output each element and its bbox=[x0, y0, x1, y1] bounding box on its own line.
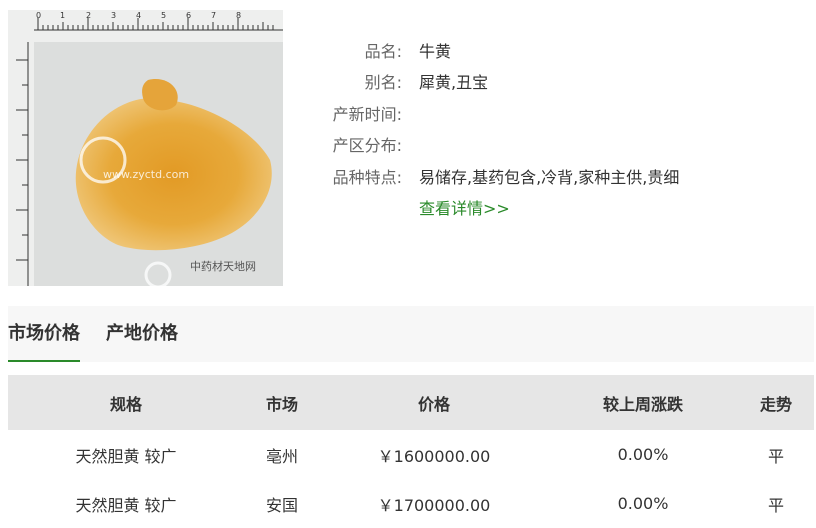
cell-market: 安国 bbox=[265, 495, 298, 515]
name-value: 牛黄 bbox=[419, 41, 452, 61]
feature-value: 易储存,基药包含,冷背,家种主供,贵细 bbox=[419, 167, 680, 187]
name-label: 品名: bbox=[364, 41, 402, 61]
ruler-number: 5 bbox=[161, 11, 166, 20]
ruler-number: 6 bbox=[186, 11, 191, 20]
cell-spec: 天然胆黄 较广 bbox=[75, 446, 177, 466]
info-row-feature: 品种特点: 易储存,基药包含,冷背,家种主供,贵细 bbox=[322, 160, 680, 192]
header-weekly-change: 较上周涨跌 bbox=[602, 394, 683, 414]
feature-label: 品种特点: bbox=[332, 167, 402, 187]
header-price: 价格 bbox=[417, 394, 450, 414]
ruler-number: 0 bbox=[36, 11, 41, 20]
ruler-number: 8 bbox=[236, 11, 241, 20]
product-photo-graphic: 0 1 2 3 4 5 6 7 8 www.zyctd.com 中药材天地网 bbox=[8, 10, 283, 286]
product-image: 0 1 2 3 4 5 6 7 8 www.zyctd.com 中药材天地网 bbox=[8, 10, 283, 286]
price-table: 规格 市场 价格 较上周涨跌 走势 天然胆黄 较广 亳州 ￥1600000.00… bbox=[8, 375, 814, 528]
ruler-number: 4 bbox=[136, 11, 141, 20]
ruler-number: 2 bbox=[86, 11, 91, 20]
price-tabs: 市场价格 产地价格 bbox=[8, 306, 814, 362]
header-market: 市场 bbox=[265, 394, 298, 414]
header-trend: 走势 bbox=[759, 394, 792, 414]
cell-weekly-change: 0.00% bbox=[617, 494, 669, 513]
tab-origin-price[interactable]: 产地价格 bbox=[106, 306, 178, 362]
table-row[interactable]: 天然胆黄 较广 安国 ￥1700000.00 0.00% 平 bbox=[8, 479, 814, 528]
watermark-text: 中药材天地网 bbox=[190, 259, 256, 273]
info-row-update: 产新时间: bbox=[322, 97, 679, 129]
table-row[interactable]: 天然胆黄 较广 亳州 ￥1600000.00 0.00% 平 bbox=[8, 430, 814, 479]
update-time-label: 产新时间: bbox=[332, 104, 402, 124]
cell-trend: 平 bbox=[767, 446, 784, 466]
product-info: 品名: 牛黄 别名: 犀黄,丑宝 产新时间: 产区分布: 品种特点: 易储存,基… bbox=[322, 34, 680, 224]
cell-price: ￥1600000.00 bbox=[377, 446, 491, 466]
cell-market: 亳州 bbox=[265, 446, 298, 466]
table-header: 规格 市场 价格 较上周涨跌 走势 bbox=[8, 375, 814, 430]
info-row-region: 产区分布: bbox=[322, 129, 679, 161]
cell-trend: 平 bbox=[767, 495, 784, 515]
tab-market-price[interactable]: 市场价格 bbox=[8, 306, 80, 362]
info-row-more: 查看详情>> bbox=[322, 192, 679, 224]
info-row-alias: 别名: 犀黄,丑宝 bbox=[322, 66, 679, 98]
region-label: 产区分布: bbox=[332, 136, 402, 156]
ruler-number: 7 bbox=[211, 11, 216, 20]
alias-label: 别名: bbox=[364, 73, 402, 93]
watermark-url: www.zyctd.com bbox=[103, 168, 189, 181]
header-spec: 规格 bbox=[109, 394, 142, 414]
cell-spec: 天然胆黄 较广 bbox=[75, 495, 177, 515]
cell-weekly-change: 0.00% bbox=[617, 445, 669, 464]
alias-value: 犀黄,丑宝 bbox=[419, 73, 489, 93]
ruler-number: 3 bbox=[111, 11, 116, 20]
info-row-name: 品名: 牛黄 bbox=[322, 34, 679, 66]
view-details-link[interactable]: 查看详情>> bbox=[419, 195, 510, 219]
ruler-number: 1 bbox=[60, 11, 65, 20]
cell-price: ￥1700000.00 bbox=[377, 495, 491, 515]
